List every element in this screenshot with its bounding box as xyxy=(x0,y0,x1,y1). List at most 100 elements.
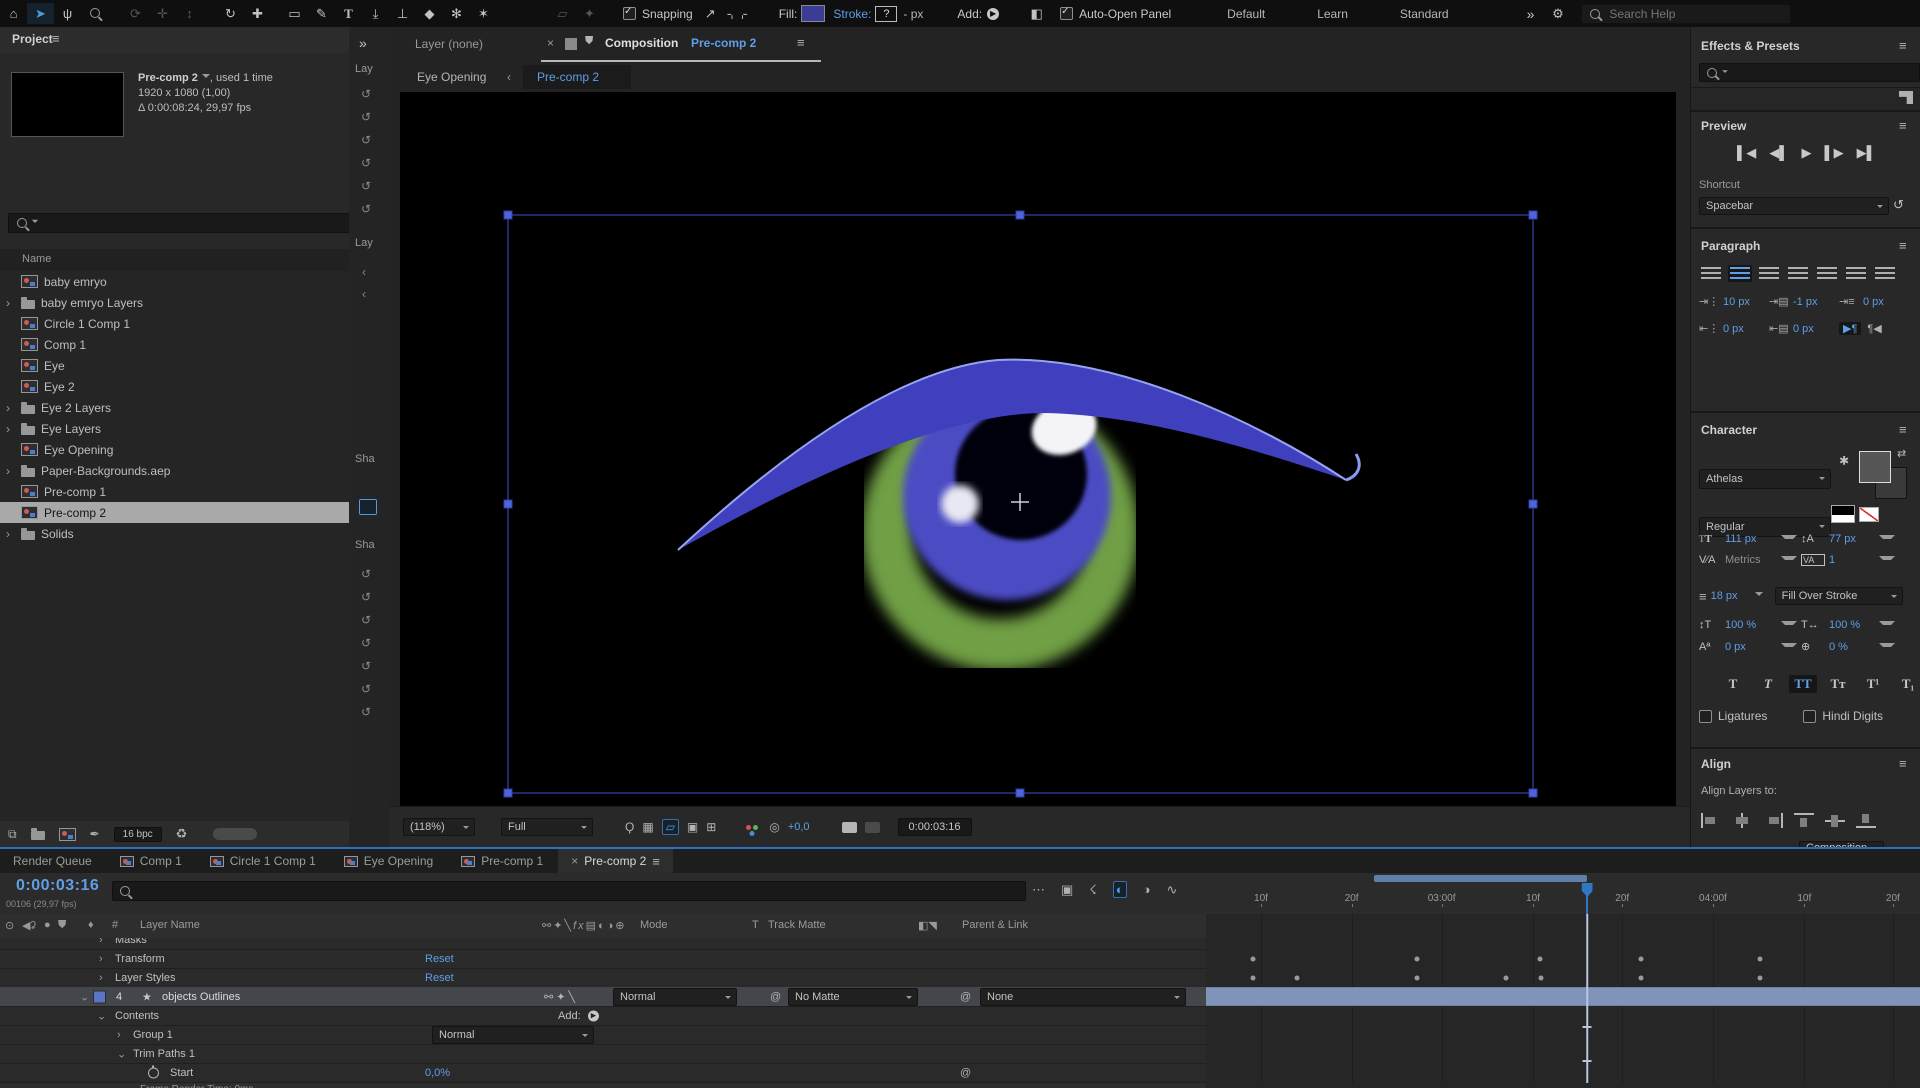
eyedropper-icon[interactable]: ✱ xyxy=(1839,453,1849,467)
resolution-dropdown[interactable]: Full xyxy=(501,818,593,836)
close-tab-icon[interactable]: × xyxy=(571,854,578,868)
collapsed-shape-tab[interactable]: Sha xyxy=(355,539,375,551)
character-style-button[interactable]: T xyxy=(1719,675,1747,693)
project-item[interactable]: › Pre-comp 1 xyxy=(0,481,349,502)
project-item[interactable]: › Solids xyxy=(0,523,349,544)
puppet-pin-tool-icon[interactable]: ✶ xyxy=(470,3,497,24)
timeline-tab[interactable]: × Pre-comp 2 xyxy=(558,849,673,873)
swap-colors-icon[interactable]: ⇄ xyxy=(1897,447,1906,460)
keyframe-dot[interactable] xyxy=(1638,956,1643,961)
align-right-button[interactable] xyxy=(1757,265,1781,282)
keyframe-dot[interactable] xyxy=(1538,956,1543,961)
fill-swatch[interactable] xyxy=(801,5,825,22)
search-options-icon[interactable] xyxy=(32,220,38,226)
tab-menu-icon[interactable] xyxy=(652,854,660,869)
keyframe-dot[interactable] xyxy=(1294,975,1299,980)
add-icon[interactable]: ▶ xyxy=(588,1010,599,1021)
timeline-tab[interactable]: × Render Queue xyxy=(0,849,105,873)
row-layer-objects-outlines[interactable]: ⌄ 4 ★ objects Outlines ⚯✦╲ ◐ Normal @ No… xyxy=(0,987,1206,1007)
kerning-value[interactable]: Metrics xyxy=(1725,554,1777,566)
panel-overflow-icon[interactable]: » xyxy=(359,35,367,51)
panel-icon[interactable]: ↺ xyxy=(361,705,371,719)
trash-icon[interactable]: ♻ xyxy=(176,826,188,842)
first-frame-button[interactable]: ▌◀ xyxy=(1737,145,1756,161)
panel-icon[interactable]: ↺ xyxy=(361,567,371,581)
timeline-tab[interactable]: × Comp 1 xyxy=(107,849,195,873)
collapsed-layer-tab[interactable]: Lay xyxy=(355,63,373,75)
keyframe-dot[interactable] xyxy=(1638,975,1643,980)
project-item[interactable]: › baby emryo Layers xyxy=(0,292,349,313)
character-style-button[interactable]: T¹ xyxy=(1859,675,1887,693)
breadcrumb-current[interactable]: Pre-comp 2 xyxy=(537,70,599,84)
leading-value[interactable]: 77 px xyxy=(1829,533,1875,545)
start-value[interactable]: 0,0% xyxy=(425,1067,450,1079)
project-panel-menu-icon[interactable] xyxy=(52,31,60,46)
expander-icon[interactable]: › xyxy=(6,527,15,541)
project-item[interactable]: › Circle 1 Comp 1 xyxy=(0,313,349,334)
draft-3d-icon[interactable]: ▣ xyxy=(1061,882,1073,898)
align-vertical-center-button[interactable] xyxy=(1825,813,1845,828)
pen-tool-icon[interactable]: ✎ xyxy=(308,3,335,24)
horizontal-scale-value[interactable]: 100 % xyxy=(1829,619,1875,631)
effects-search[interactable] xyxy=(1699,63,1920,82)
help-search-input[interactable] xyxy=(1607,6,1761,22)
viewer-menu-icon[interactable] xyxy=(797,35,805,50)
dolly-camera-tool-icon[interactable]: ↕ xyxy=(176,3,203,24)
align-menu-icon[interactable] xyxy=(1899,756,1907,771)
project-item[interactable]: › Eye Layers xyxy=(0,418,349,439)
workspace-settings-icon[interactable]: ⚙ xyxy=(1544,3,1571,24)
region-of-interest-icon[interactable]: ▣ xyxy=(687,820,698,834)
type-tool-icon[interactable]: T xyxy=(335,3,362,24)
keyframe-dot[interactable] xyxy=(1415,956,1420,961)
panel-icon[interactable]: ↺ xyxy=(361,110,371,124)
close-tab-icon[interactable]: × xyxy=(547,36,554,50)
project-search[interactable] xyxy=(8,213,350,233)
hindi-digits-checkbox[interactable] xyxy=(1803,710,1816,723)
row-group-1[interactable]: › Group 1 Normal xyxy=(0,1025,1206,1045)
orbit-camera-tool-icon[interactable]: ⟳ xyxy=(122,3,149,24)
row-layer-styles[interactable]: › Layer Styles Reset xyxy=(0,968,1206,988)
play-button[interactable]: ▶ xyxy=(1801,145,1811,161)
viewer-timecode[interactable]: 0:00:03:16 xyxy=(898,818,972,836)
track-matte-dropdown[interactable]: No Matte xyxy=(788,988,918,1006)
layer-switch-icons[interactable]: ⚯✦╲ xyxy=(544,990,578,1003)
panel-icon[interactable]: ↺ xyxy=(361,590,371,604)
align-left-button[interactable] xyxy=(1699,265,1723,282)
track-matte-column-header[interactable]: Track Matte xyxy=(768,919,826,931)
name-column-header[interactable]: Name xyxy=(22,253,51,265)
indent-left-value[interactable]: 10 px xyxy=(1723,296,1769,308)
panel-icon[interactable]: ↺ xyxy=(361,156,371,170)
item-name-dropdown-icon[interactable] xyxy=(202,74,210,82)
tsume-value[interactable]: 0 % xyxy=(1829,641,1875,653)
motion-blur-icon[interactable]: ◑ xyxy=(1143,882,1151,897)
exposure-value[interactable]: +0,0 xyxy=(788,821,810,833)
stopwatch-icon[interactable] xyxy=(148,1067,159,1078)
keyframe-dot[interactable] xyxy=(1538,975,1543,980)
active-panel-icon[interactable] xyxy=(359,499,377,515)
panel-icon[interactable]: ↺ xyxy=(361,659,371,673)
baseline-shift-value[interactable]: 0 px xyxy=(1725,641,1777,653)
font-family-dropdown[interactable]: Athelas xyxy=(1699,469,1831,489)
brush-tool-icon[interactable]: ⤓ xyxy=(362,3,389,24)
parent-pickwhip-icon[interactable]: @ xyxy=(960,991,971,1003)
character-style-button[interactable]: TT xyxy=(1789,675,1817,693)
pan-camera-tool-icon[interactable]: ✛ xyxy=(149,3,176,24)
graph-editor-icon[interactable]: ∿ xyxy=(1166,882,1177,898)
last-frame-button[interactable]: ▶▌ xyxy=(1857,145,1876,161)
row-transform[interactable]: › Transform Reset xyxy=(0,949,1206,969)
leading-dropdown-icon[interactable] xyxy=(1879,535,1895,543)
clone-stamp-tool-icon[interactable]: ⊥ xyxy=(389,3,416,24)
pan-behind-tool-icon[interactable]: ✚ xyxy=(244,3,271,24)
frame-blending-icon[interactable]: ◐ xyxy=(1113,881,1127,898)
transform-reset-link[interactable]: Reset xyxy=(425,953,454,965)
stroke-mode-dropdown[interactable]: Fill Over Stroke xyxy=(1775,587,1903,605)
snapping-checkbox[interactable] xyxy=(623,7,636,20)
timeline-tab[interactable]: × Pre-comp 1 xyxy=(448,849,556,873)
timeline-tab[interactable]: × Eye Opening xyxy=(331,849,446,873)
fill-color-swatch[interactable] xyxy=(1859,451,1891,483)
shape-tool-icon[interactable]: ▭ xyxy=(281,3,308,24)
timeline-graph[interactable] xyxy=(1206,914,1920,1083)
panel-grip-icon[interactable] xyxy=(1899,91,1913,104)
zoom-tool-icon[interactable] xyxy=(81,3,108,24)
snap-bounds-icon[interactable]: ⌍⌌ xyxy=(724,3,751,24)
